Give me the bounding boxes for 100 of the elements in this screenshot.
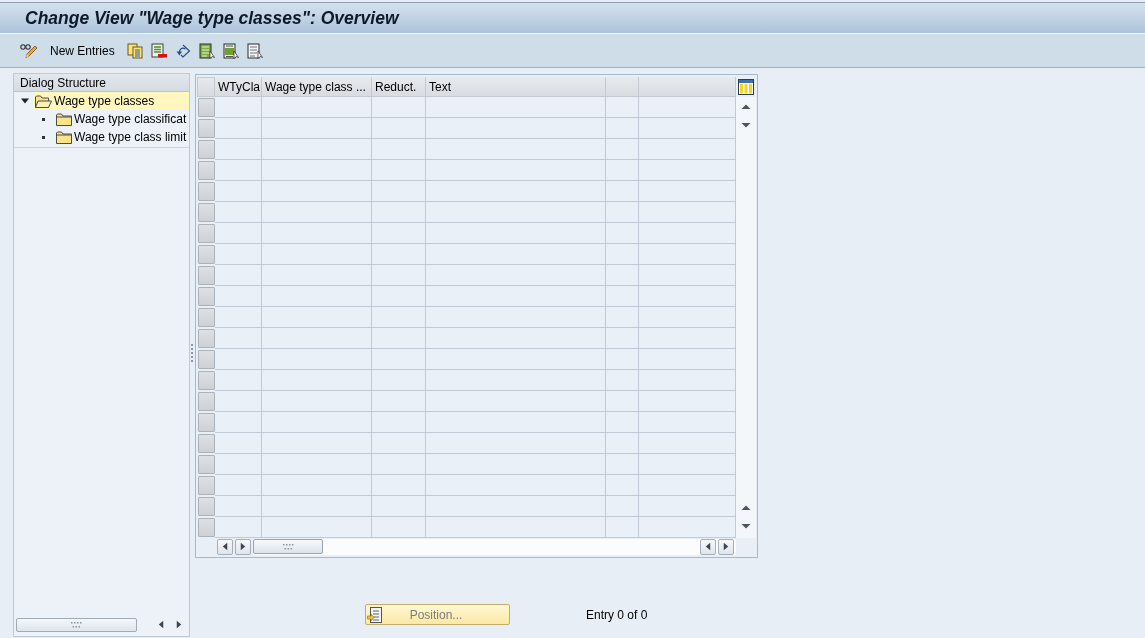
table-cell	[606, 97, 639, 118]
position-icon	[367, 606, 383, 623]
row-selector[interactable]	[198, 371, 215, 390]
row-selector[interactable]	[198, 308, 215, 327]
right-arrow-icon	[723, 542, 729, 551]
table-cell	[606, 433, 639, 454]
scroll-left-button[interactable]	[217, 538, 233, 555]
table-cell	[215, 265, 262, 286]
scroll-right-button[interactable]	[718, 538, 734, 555]
table-cell	[606, 286, 639, 307]
row-selector[interactable]	[198, 497, 215, 516]
table-cell	[606, 412, 639, 433]
table-cell	[215, 223, 262, 244]
table-cell	[606, 370, 639, 391]
row-selector[interactable]	[198, 98, 215, 117]
table-cell	[372, 223, 426, 244]
tree-item[interactable]: Wage type classes	[33, 92, 189, 110]
open-folder-icon	[35, 94, 52, 108]
table-cell	[215, 454, 262, 475]
new-entries-button[interactable]: New Entries	[50, 43, 115, 58]
table-cell	[215, 517, 262, 538]
row-selector[interactable]	[198, 140, 215, 159]
left-arrow-icon	[705, 542, 711, 551]
select-all-icon[interactable]	[198, 42, 215, 59]
table-cell	[372, 454, 426, 475]
folder-icon	[56, 130, 72, 144]
column-header[interactable]: Wage type class ...	[262, 77, 372, 97]
row-selector[interactable]	[198, 476, 215, 495]
scroll-left-button[interactable]	[700, 538, 716, 555]
table-cell	[372, 433, 426, 454]
table-cell	[215, 160, 262, 181]
table-cell	[215, 349, 262, 370]
row-selector[interactable]	[198, 287, 215, 306]
table-cell	[372, 496, 426, 517]
table-cell	[372, 391, 426, 412]
copy-icon[interactable]	[126, 42, 143, 59]
column-header[interactable]: Reduct.	[372, 77, 426, 97]
row-selector[interactable]	[198, 203, 215, 222]
table-cell	[215, 391, 262, 412]
row-selector[interactable]	[198, 119, 215, 138]
grip-icon	[71, 621, 83, 628]
grip-icon	[282, 543, 294, 550]
splitter-grip-icon[interactable]	[190, 343, 193, 362]
row-selector[interactable]	[198, 413, 215, 432]
folder-icon	[56, 112, 72, 126]
right-arrow-icon	[176, 620, 183, 629]
table-cell	[215, 496, 262, 517]
table-cell	[372, 244, 426, 265]
table-cell	[215, 202, 262, 223]
table-cell	[606, 223, 639, 244]
table-cell	[372, 475, 426, 496]
row-selector[interactable]	[198, 161, 215, 180]
table-cell	[215, 181, 262, 202]
table-cell	[606, 160, 639, 181]
position-button[interactable]: Position...	[365, 604, 510, 625]
table-cell	[215, 370, 262, 391]
row-selector[interactable]	[198, 392, 215, 411]
row-selector[interactable]	[198, 182, 215, 201]
select-block-icon[interactable]	[222, 42, 239, 59]
row-selector[interactable]	[198, 350, 215, 369]
table-cell	[215, 412, 262, 433]
table-cell	[215, 118, 262, 139]
row-selector[interactable]	[198, 329, 215, 348]
table-cell	[606, 475, 639, 496]
bullet-icon	[42, 117, 45, 121]
table-cell	[606, 391, 639, 412]
row-selector[interactable]	[198, 266, 215, 285]
scroll-right-button[interactable]	[235, 538, 251, 555]
entry-count: Entry 0 of 0	[586, 607, 648, 622]
deselect-all-icon[interactable]	[246, 42, 263, 59]
table-cell	[372, 181, 426, 202]
tree-item[interactable]: Wage type class limit	[54, 128, 189, 146]
select-all-corner[interactable]	[197, 77, 215, 97]
table-cell	[372, 349, 426, 370]
scroll-thumb[interactable]	[16, 617, 138, 632]
table-cell	[606, 307, 639, 328]
left-arrow-icon	[222, 542, 228, 551]
column-header[interactable]: Text	[426, 77, 606, 97]
column-settings-icon[interactable]	[738, 79, 754, 95]
table-cell	[372, 286, 426, 307]
table-cell	[372, 370, 426, 391]
collapse-triangle-icon[interactable]	[21, 97, 29, 105]
scroll-thumb[interactable]	[253, 539, 323, 554]
table-cell	[215, 286, 262, 307]
table-cell	[372, 139, 426, 160]
tree-item[interactable]: Wage type classificat	[54, 110, 189, 128]
table-cell	[606, 454, 639, 475]
row-selector[interactable]	[198, 434, 215, 453]
table-cell	[215, 328, 262, 349]
glasses-pencil-icon[interactable]	[20, 42, 38, 59]
row-selector[interactable]	[198, 245, 215, 264]
table-cell	[215, 433, 262, 454]
right-arrow-icon	[240, 542, 246, 551]
table-cell	[215, 244, 262, 265]
row-selector[interactable]	[198, 224, 215, 243]
undo-arrow-icon[interactable]	[174, 42, 191, 59]
list-minus-icon[interactable]	[150, 42, 167, 59]
column-header[interactable]: WTyCla	[215, 77, 262, 97]
table-cell	[606, 118, 639, 139]
row-selector[interactable]	[198, 455, 215, 474]
